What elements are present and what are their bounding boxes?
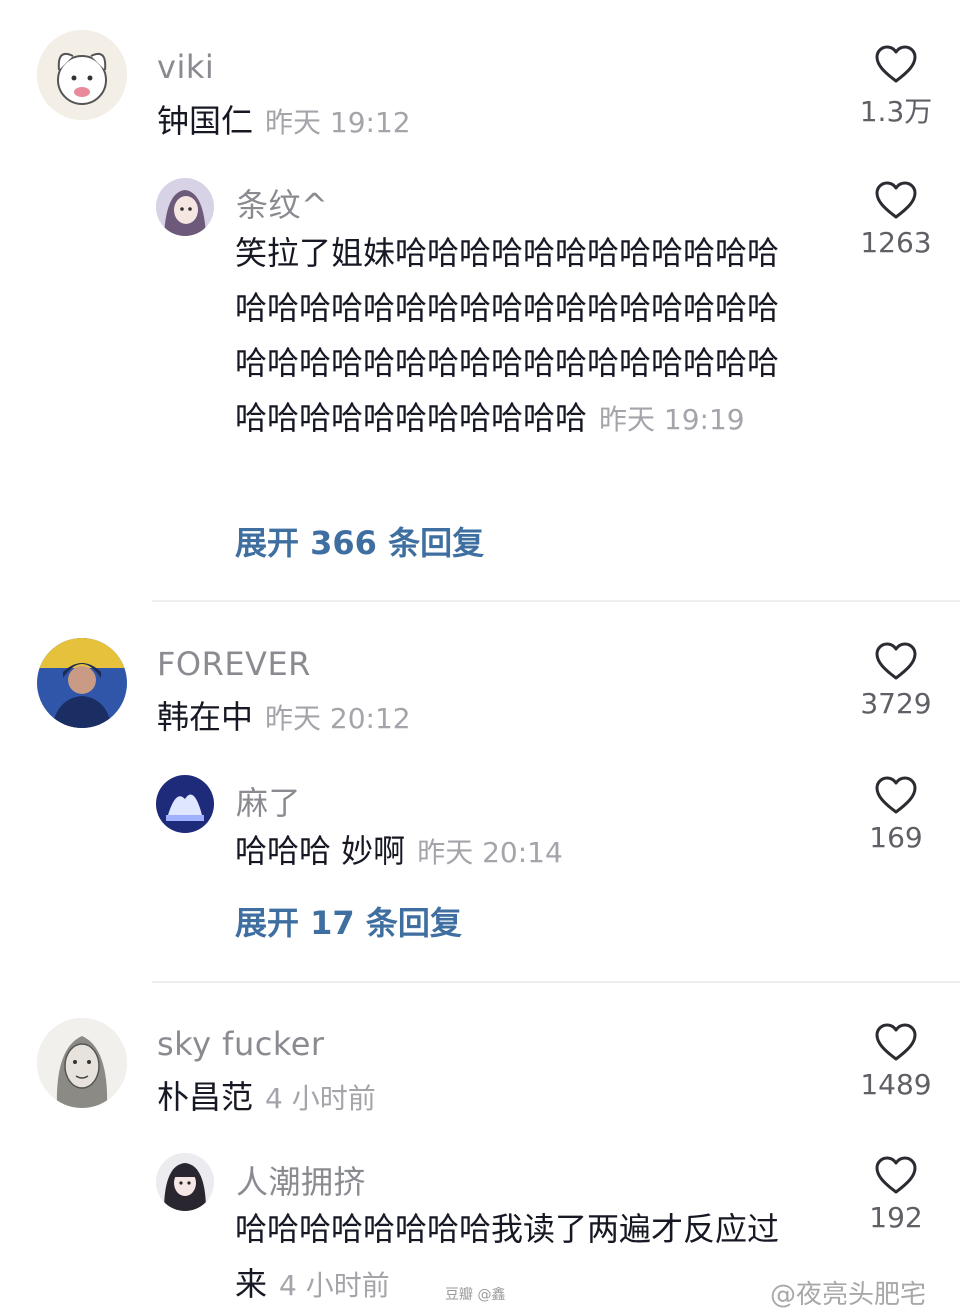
- comment-text: 钟国仁 昨天 19:12: [157, 94, 817, 150]
- reply-time: 4 小时前: [279, 1269, 390, 1302]
- reply-text: 哈哈哈 妙啊 昨天 20:14: [235, 824, 810, 880]
- reply-username[interactable]: 人潮拥挤: [236, 1157, 366, 1203]
- watermark-douban: 豆瓣 @鑫: [445, 1287, 506, 1303]
- like-button[interactable]: 1.3万: [850, 44, 942, 130]
- avatar[interactable]: [156, 775, 214, 833]
- comment-text: 韩在中 昨天 20:12: [157, 690, 817, 746]
- avatar[interactable]: [37, 638, 127, 728]
- heart-outline-icon: [875, 1156, 917, 1194]
- comment-body: 韩在中: [157, 698, 254, 736]
- comment-time: 昨天 19:12: [265, 106, 411, 139]
- like-button[interactable]: 1263: [850, 180, 942, 259]
- heart-outline-icon: [875, 1023, 917, 1061]
- comment-username[interactable]: FOREVER: [157, 645, 311, 683]
- avatar[interactable]: [156, 1153, 214, 1211]
- expand-replies-button[interactable]: 展开 17 条回复: [235, 898, 462, 944]
- heart-outline-icon: [875, 181, 917, 219]
- comment-body: 朴昌范: [157, 1078, 254, 1116]
- like-count: 3729: [860, 687, 932, 720]
- avatar[interactable]: [37, 1018, 127, 1108]
- reply-username[interactable]: 条纹^: [236, 180, 328, 226]
- comment-text: 朴昌范 4 小时前: [157, 1070, 817, 1126]
- reply-body: 哈哈哈 妙啊: [235, 832, 406, 870]
- like-count: 192: [869, 1201, 923, 1234]
- reply-text: 哈哈哈哈哈哈哈哈我读了两遍才反应过来 4 小时前: [235, 1202, 810, 1313]
- like-button[interactable]: 1489: [850, 1022, 942, 1101]
- comment-username[interactable]: sky fucker: [157, 1025, 325, 1063]
- like-count: 169: [869, 821, 923, 854]
- reply-text: 笑拉了姐妹哈哈哈哈哈哈哈哈哈哈哈哈哈哈哈哈哈哈哈哈哈哈哈哈哈哈哈哈哈哈哈哈哈哈哈…: [235, 226, 810, 447]
- heart-outline-icon: [875, 45, 917, 83]
- comment-time: 4 小时前: [265, 1082, 376, 1115]
- expand-replies-button[interactable]: 展开 366 条回复: [235, 518, 484, 564]
- watermark-weibo: @夜亮头肥宅: [770, 1280, 927, 1310]
- like-button[interactable]: 169: [850, 775, 942, 854]
- reply-time: 昨天 20:14: [417, 836, 563, 869]
- like-count: 1.3万: [859, 95, 933, 128]
- reply-username[interactable]: 麻了: [236, 778, 301, 824]
- like-count: 1263: [860, 226, 932, 259]
- avatar[interactable]: [37, 30, 127, 120]
- avatar[interactable]: [156, 178, 214, 236]
- divider: [152, 600, 960, 602]
- reply-time: 昨天 19:19: [599, 403, 745, 436]
- divider: [152, 981, 960, 983]
- comment-time: 昨天 20:12: [265, 702, 411, 735]
- heart-outline-icon: [875, 642, 917, 680]
- like-button[interactable]: 192: [850, 1155, 942, 1234]
- like-count: 1489: [860, 1068, 932, 1101]
- comment-username[interactable]: viki: [157, 48, 214, 86]
- comment-body: 钟国仁: [157, 102, 254, 140]
- heart-outline-icon: [875, 776, 917, 814]
- like-button[interactable]: 3729: [850, 641, 942, 720]
